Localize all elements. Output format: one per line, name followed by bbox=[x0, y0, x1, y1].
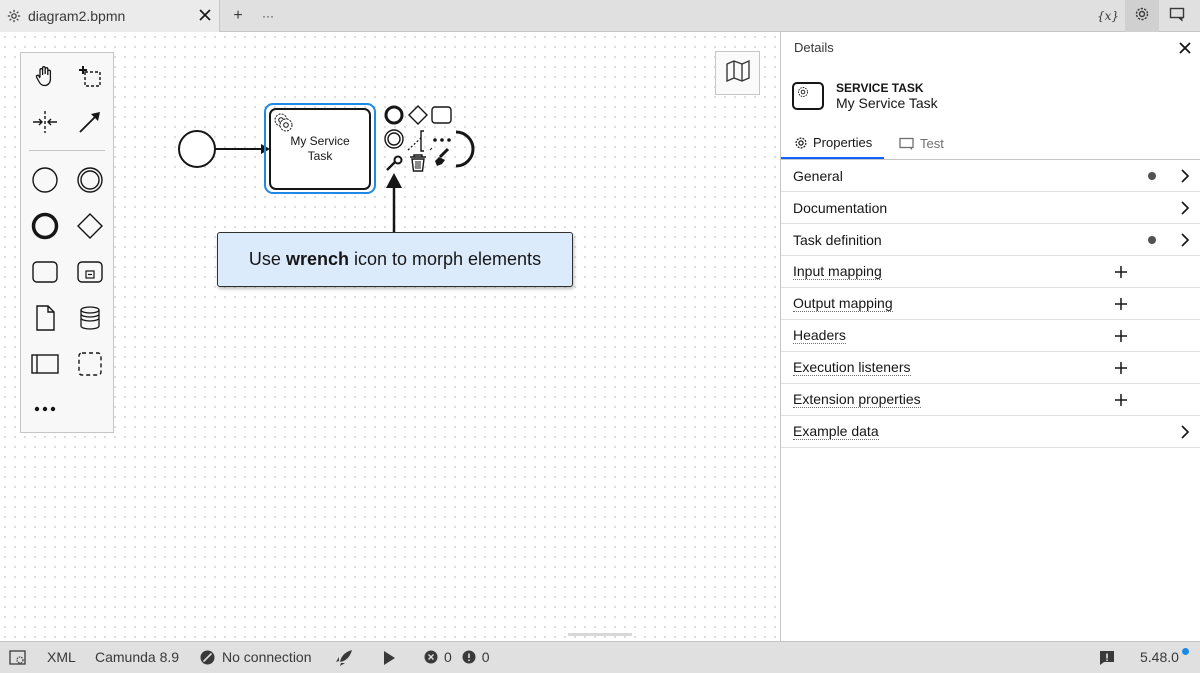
tooltip-prefix: Use bbox=[248, 249, 286, 269]
append-end-event-icon[interactable] bbox=[384, 105, 404, 125]
connect-icon[interactable] bbox=[407, 130, 433, 152]
xml-button[interactable]: XML bbox=[47, 649, 76, 665]
gear-icon bbox=[1134, 6, 1150, 27]
append-task-icon[interactable] bbox=[431, 106, 452, 124]
tab-test-label: Test bbox=[920, 136, 944, 151]
group-label: Task definition bbox=[793, 232, 882, 248]
task-name-line2: Task bbox=[308, 149, 334, 163]
append-intermediate-event-icon[interactable] bbox=[384, 129, 404, 149]
update-dot bbox=[1182, 648, 1189, 655]
tooltip-arrow bbox=[386, 173, 402, 233]
panel-title: Details bbox=[794, 40, 834, 55]
tab-properties-label: Properties bbox=[813, 135, 873, 150]
group-label: General bbox=[793, 168, 843, 184]
group-documentation[interactable]: Documentation bbox=[781, 192, 1200, 224]
connection-status[interactable]: No connection bbox=[200, 649, 312, 665]
properties-panel: Details SERVICE TASK My Service Task Pro… bbox=[780, 32, 1200, 641]
add-icon[interactable] bbox=[1114, 329, 1128, 343]
group-label: Example data bbox=[793, 423, 879, 440]
deploy-panel-button[interactable] bbox=[1160, 0, 1194, 32]
element-type: SERVICE TASK bbox=[836, 81, 924, 95]
add-icon[interactable] bbox=[1114, 297, 1128, 311]
feedback-icon bbox=[1099, 650, 1115, 669]
engine-version[interactable]: Camunda 8.9 bbox=[95, 649, 179, 665]
group-headers[interactable]: Headers bbox=[781, 320, 1200, 352]
group-label: Execution listeners bbox=[793, 359, 911, 376]
error-count: 0 bbox=[444, 649, 452, 665]
context-pad bbox=[384, 105, 475, 172]
element-name: My Service Task bbox=[836, 95, 938, 111]
has-data-dot bbox=[1148, 236, 1156, 244]
diagram-layer: My Service Task bbox=[178, 103, 475, 233]
more-options-icon[interactable] bbox=[433, 138, 451, 142]
play-screen-icon bbox=[899, 137, 915, 151]
chevron-right-icon[interactable] bbox=[1179, 201, 1191, 215]
status-bar: XML Camunda 8.9 No connection 0 0 5.48.0 bbox=[0, 641, 1200, 673]
error-icon bbox=[424, 650, 438, 664]
tooltip-suffix: icon to morph elements bbox=[348, 249, 542, 269]
group-label: Extension properties bbox=[793, 391, 921, 408]
group-output-mapping[interactable]: Output mapping bbox=[781, 288, 1200, 320]
group-execution-listeners[interactable]: Execution listeners bbox=[781, 352, 1200, 384]
append-gateway-icon[interactable] bbox=[408, 105, 428, 125]
rocket-icon bbox=[334, 648, 354, 671]
group-general[interactable]: General bbox=[781, 160, 1200, 192]
color-brush-icon[interactable] bbox=[435, 147, 450, 166]
add-icon[interactable] bbox=[1114, 361, 1128, 375]
group-example-data[interactable]: Example data bbox=[781, 416, 1200, 448]
app-version[interactable]: 5.48.0 bbox=[1140, 648, 1189, 665]
screen-icon bbox=[1169, 6, 1185, 27]
has-data-dot bbox=[1148, 172, 1156, 180]
wrench-icon[interactable] bbox=[386, 155, 403, 171]
gear-icon bbox=[794, 136, 808, 150]
task-name-line1: My Service bbox=[290, 134, 350, 148]
group-extension-properties[interactable]: Extension properties bbox=[781, 384, 1200, 416]
panel-layout-icon[interactable] bbox=[9, 650, 27, 666]
warning-count: 0 bbox=[481, 649, 490, 665]
problems-indicator[interactable]: 0 0 bbox=[424, 649, 490, 665]
chevron-right-icon[interactable] bbox=[1179, 233, 1191, 247]
group-label: Output mapping bbox=[793, 295, 893, 312]
group-label: Documentation bbox=[793, 200, 888, 216]
start-event[interactable] bbox=[178, 130, 216, 168]
run-button[interactable] bbox=[382, 650, 396, 669]
warning-icon bbox=[462, 650, 476, 664]
close-icon[interactable] bbox=[1179, 41, 1193, 55]
version-label: 5.48.0 bbox=[1140, 649, 1179, 665]
add-icon[interactable] bbox=[1114, 393, 1128, 407]
variables-button[interactable]: {x} bbox=[1091, 0, 1125, 32]
service-task-type-icon bbox=[792, 82, 824, 110]
chevron-right-icon[interactable] bbox=[1179, 169, 1191, 183]
tab-properties[interactable]: Properties bbox=[781, 128, 885, 159]
chevron-right-icon[interactable] bbox=[1179, 425, 1191, 439]
group-input-mapping[interactable]: Input mapping bbox=[781, 256, 1200, 288]
connection-label: No connection bbox=[222, 649, 312, 665]
add-icon[interactable] bbox=[1114, 265, 1128, 279]
tooltip-bold: wrench bbox=[285, 249, 349, 269]
no-connection-icon bbox=[200, 650, 215, 665]
hint-tooltip: Use wrench icon to morph elements bbox=[217, 232, 573, 287]
deploy-button[interactable] bbox=[334, 648, 354, 671]
tab-test[interactable]: Test bbox=[899, 128, 944, 159]
panel-header: Details bbox=[781, 32, 1200, 62]
text-annotation-icon[interactable] bbox=[455, 130, 475, 168]
delete-icon[interactable] bbox=[410, 154, 426, 172]
panel-tabs: Properties Test bbox=[781, 128, 1200, 160]
group-label: Input mapping bbox=[793, 263, 882, 280]
bottom-panel-handle[interactable] bbox=[568, 633, 632, 636]
sequence-flow[interactable] bbox=[215, 144, 270, 154]
group-label: Headers bbox=[793, 327, 846, 344]
settings-button[interactable] bbox=[1125, 0, 1159, 32]
feedback-button[interactable] bbox=[1099, 650, 1115, 669]
play-icon bbox=[382, 650, 396, 669]
group-task-definition[interactable]: Task definition bbox=[781, 224, 1200, 256]
